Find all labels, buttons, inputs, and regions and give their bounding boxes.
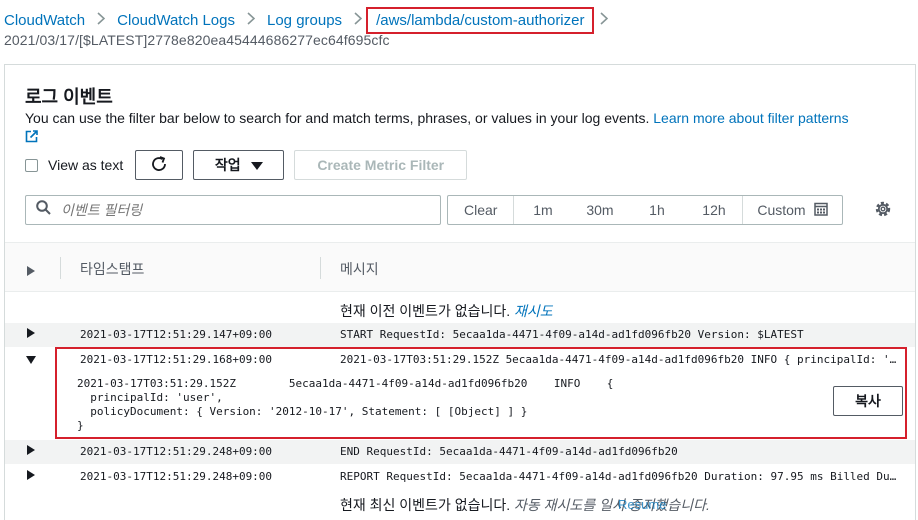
log-event-row[interactable]: 2021-03-17T12:51:29.248+09:00 END Reques… (5, 440, 915, 464)
expanded-event-detail: 2021-03-17T03:51:29.152Z 5ecaa1da-4471-4… (77, 377, 614, 432)
row-timestamp: 2021-03-17T12:51:29.147+09:00 (80, 328, 273, 341)
time-1m-button[interactable]: 1m (514, 196, 571, 224)
settings-gear-icon[interactable] (873, 199, 893, 224)
column-divider (60, 257, 61, 279)
no-newer-events-text: 현재 최신 이벤트가 없습니다. (340, 497, 515, 513)
log-event-row[interactable]: 2021-03-17T12:51:29.147+09:00 START Requ… (5, 323, 915, 347)
row-message: START RequestId: 5ecaa1da-4471-4f09-a14d… (340, 328, 804, 341)
table-header: 타임스탬프 메시지 (5, 242, 915, 292)
chevron-right-icon (247, 12, 256, 28)
chevron-right-icon (354, 12, 363, 28)
caret-down-icon (250, 157, 263, 173)
actions-label: 작업 (214, 157, 241, 173)
auto-retry-paused-text: 자동 재시도를 일시 중지했습니다. Resume (514, 497, 710, 513)
row-timestamp: 2021-03-17T12:51:29.248+09:00 (80, 445, 273, 458)
row-timestamp: 2021-03-17T12:51:29.248+09:00 (80, 470, 273, 483)
breadcrumb-log-groups[interactable]: Log groups (267, 12, 342, 29)
retry-link[interactable]: 재시도 (514, 303, 553, 319)
breadcrumb-cloudwatch-logs[interactable]: CloudWatch Logs (117, 12, 235, 29)
row-message: END RequestId: 5ecaa1da-4471-4f09-a14d-a… (340, 445, 678, 458)
time-1h-button[interactable]: 1h (628, 196, 685, 224)
column-header-timestamp[interactable]: 타임스탬프 (80, 259, 144, 279)
calendar-icon (813, 202, 828, 219)
custom-time-label: Custom (757, 202, 806, 218)
no-older-events-row: 현재 이전 이벤트가 없습니다. 재시도 (5, 295, 915, 323)
column-header-message[interactable]: 메시지 (340, 259, 379, 279)
breadcrumb-log-group-name[interactable]: /aws/lambda/custom-authorizer (366, 6, 595, 34)
expand-row-icon[interactable] (27, 328, 35, 341)
filter-events-input[interactable] (61, 202, 421, 218)
time-range-selector: Clear 1m 30m 1h 12h Custom (447, 195, 843, 225)
collapse-row-icon[interactable] (26, 354, 36, 367)
filter-events-box[interactable] (25, 195, 441, 225)
page-title: 로그 이벤트 (25, 87, 113, 107)
view-as-text-label: View as text (48, 157, 124, 173)
refresh-icon (150, 155, 168, 176)
breadcrumb-cloudwatch[interactable]: CloudWatch (4, 12, 85, 29)
actions-button[interactable]: 작업 (193, 150, 285, 180)
log-stream-name: 2021/03/17/[$LATEST]2778e820ea4544468627… (4, 32, 390, 48)
expand-row-icon[interactable] (27, 470, 35, 483)
expand-row-icon[interactable] (27, 445, 35, 458)
breadcrumb: CloudWatch CloudWatch Logs Log groups /a… (4, 6, 620, 34)
chevron-right-icon (600, 12, 609, 28)
resume-link[interactable]: Resume (618, 497, 666, 512)
time-12h-button[interactable]: 12h (685, 196, 742, 224)
copy-button[interactable]: 복사 (833, 386, 903, 416)
chevron-right-icon (97, 12, 106, 28)
description-text: You can use the filter bar below to sear… (25, 110, 654, 126)
search-icon (36, 200, 51, 220)
row-message: REPORT RequestId: 5ecaa1da-4471-4f09-a14… (340, 470, 897, 483)
external-link-icon[interactable] (25, 129, 38, 147)
learn-more-link[interactable]: Learn more about filter patterns (653, 110, 848, 126)
log-event-row[interactable]: 2021-03-17T12:51:29.248+09:00 REPORT Req… (5, 465, 915, 489)
no-newer-events-row: 현재 최신 이벤트가 없습니다. 자동 재시도를 일시 중지했습니다. Resum… (5, 489, 915, 517)
view-as-text-checkbox[interactable] (25, 158, 38, 172)
create-metric-filter-button[interactable]: Create Metric Filter (294, 150, 468, 180)
panel-description: You can use the filter bar below to sear… (25, 109, 895, 147)
time-30m-button[interactable]: 30m (571, 196, 628, 224)
expand-all-icon[interactable] (27, 263, 35, 281)
refresh-button[interactable] (135, 150, 184, 180)
no-older-events-text: 현재 이전 이벤트가 없습니다. (340, 303, 515, 319)
log-events-panel: 로그 이벤트 You can use the filter bar below … (4, 64, 916, 520)
clear-time-button[interactable]: Clear (448, 196, 515, 224)
custom-time-button[interactable]: Custom (742, 196, 841, 224)
column-divider (320, 257, 321, 279)
toolbar: View as text 작업 Create Metric Filter (25, 150, 468, 180)
